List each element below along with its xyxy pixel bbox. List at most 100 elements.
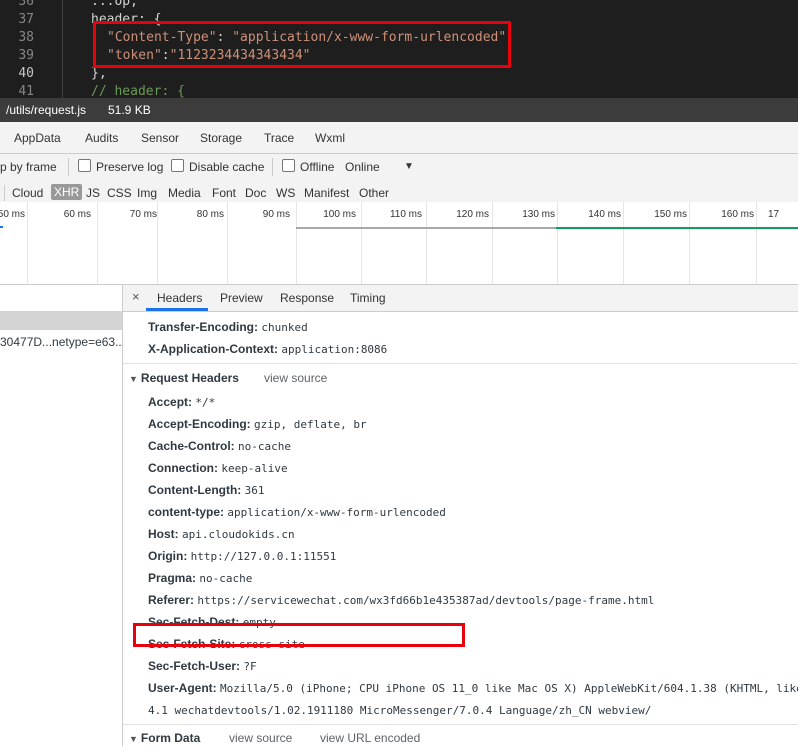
header-value: 4.1 wechatdevtools/1.02.1911180 MicroMes… [148,704,652,717]
preserve-log-label[interactable]: Preserve log [96,160,163,174]
tab-wxml[interactable]: Wxml [315,131,345,145]
header-value-continuation: 4.1 wechatdevtools/1.02.1911180 MicroMes… [148,703,651,717]
triangle-down-icon: ▼ [129,374,138,384]
filter-font[interactable]: Font [212,186,236,200]
filter-doc[interactable]: Doc [245,186,266,200]
request-detail-pane: × Headers Preview Response Timing Transf… [123,285,798,746]
chevron-down-icon[interactable]: ▼ [404,161,414,172]
view-source-link[interactable]: view source [264,371,327,385]
grid-line [296,202,297,284]
timeline-tick: 150 ms [654,209,687,220]
selected-request-row[interactable] [0,311,122,330]
header-key: Accept-Encoding: [148,417,251,431]
filter-cloud[interactable]: Cloud [12,186,43,200]
header-value: Mozilla/5.0 (iPhone; CPU iPhone OS 11_0 … [220,682,798,695]
divider [272,158,273,176]
line-number: 41 [18,84,34,98]
header-key: Host: [148,527,179,541]
tab-storage[interactable]: Storage [200,131,242,145]
header-row: Sec-Fetch-User: ?F [148,659,257,673]
section-divider [123,724,798,725]
header-row: User-Agent: Mozilla/5.0 (iPhone; CPU iPh… [148,681,798,695]
header-row: Transfer-Encoding: chunked [148,320,308,334]
timeline-tick: 140 ms [588,209,621,220]
triangle-down-icon: ▼ [129,734,138,744]
header-row: Content-Length: 361 [148,483,265,497]
request-waiting-bar [296,227,556,229]
section-title-text: Request Headers [140,371,239,385]
line-number: 36 [18,0,34,9]
header-value: 361 [244,484,265,497]
header-value: https://servicewechat.com/wx3fd66b1e4353… [197,594,655,607]
filter-img[interactable]: Img [137,186,157,200]
timeline-tick: 80 ms [196,209,224,220]
filter-xhr[interactable]: XHR [51,184,83,200]
grid-line [97,202,98,284]
grid-line [27,202,28,284]
code-line: // header: { [91,84,185,98]
filter-media[interactable]: Media [168,186,201,200]
filter-css[interactable]: CSS [107,186,132,200]
header-value: application/x-www-form-urlencoded [227,506,446,519]
timeline-tick: 120 ms [456,209,489,220]
close-icon[interactable]: × [132,289,140,304]
disable-cache-label[interactable]: Disable cache [189,160,264,174]
filter-manifest[interactable]: Manifest [304,186,349,200]
header-value: gzip, deflate, br [254,418,367,431]
timeline-tick: 100 ms [323,209,356,220]
line-number: 37 [18,12,34,27]
tab-timing[interactable]: Timing [350,291,386,305]
code-editor[interactable]: 36 37 38 39 40 41 ...op, header: { "Cont… [0,0,798,98]
preserve-log-checkbox[interactable] [78,159,91,172]
header-value: ?F [243,660,257,673]
disable-cache-checkbox[interactable] [171,159,184,172]
tab-headers[interactable]: Headers [157,291,202,305]
view-url-encoded-link[interactable]: view URL encoded [320,731,420,745]
tab-audits[interactable]: Audits [85,131,118,145]
grid-line [157,202,158,284]
header-value: no-cache [238,440,291,453]
timeline-tick: 110 ms [389,209,422,220]
filter-other[interactable]: Other [359,186,389,200]
header-row: Origin: http://127.0.0.1:11551 [148,549,336,563]
grid-line [623,202,624,284]
tab-sensor[interactable]: Sensor [141,131,179,145]
form-data-section-title[interactable]: ▼ Form Data [129,731,200,745]
timeline-tick: 50 ms [0,209,25,220]
grid-line [361,202,362,284]
offline-label[interactable]: Offline [300,160,334,174]
tab-response[interactable]: Response [280,291,334,305]
timeline-tick: 90 ms [262,209,290,220]
header-row: Accept: */* [148,395,215,409]
grid-line [557,202,558,284]
header-key: Connection: [148,461,218,475]
throttling-select[interactable]: Online [345,160,380,174]
filter-js[interactable]: JS [86,186,100,200]
devtools-tab-bar: AppData Audits Sensor Storage Trace Wxml [0,122,798,154]
tab-preview[interactable]: Preview [220,291,263,305]
header-key: Referer: [148,593,195,607]
grid-line [426,202,427,284]
offline-checkbox[interactable] [282,159,295,172]
tab-appdata[interactable]: AppData [14,131,61,145]
section-title-text: Form Data [140,731,201,745]
filter-ws[interactable]: WS [276,186,295,200]
tab-trace[interactable]: Trace [264,131,294,145]
detail-tab-bar: × Headers Preview Response Timing [123,285,798,312]
header-row: Host: api.cloudokids.cn [148,527,295,541]
request-headers-section-title[interactable]: ▼ Request Headers [129,371,239,385]
header-value: api.cloudokids.cn [182,528,295,541]
header-key: Transfer-Encoding: [148,320,259,334]
header-value: http://127.0.0.1:11551 [190,550,337,563]
group-by-frame-label[interactable]: p by frame [0,160,57,174]
request-name[interactable]: 30477D...netype=e63... [0,335,125,349]
header-key: X-Application-Context: [148,342,278,356]
timeline-tick: 130 ms [522,209,555,220]
header-value: application:8086 [281,343,388,356]
network-timeline-overview[interactable]: 50 ms 60 ms 70 ms 80 ms 90 ms 100 ms 110… [0,202,798,285]
line-number: 39 [18,48,34,63]
request-bar-start [0,226,3,228]
timeline-tick: 70 ms [129,209,157,220]
view-source-link[interactable]: view source [229,731,292,745]
header-key: Sec-Fetch-User: [148,659,241,673]
